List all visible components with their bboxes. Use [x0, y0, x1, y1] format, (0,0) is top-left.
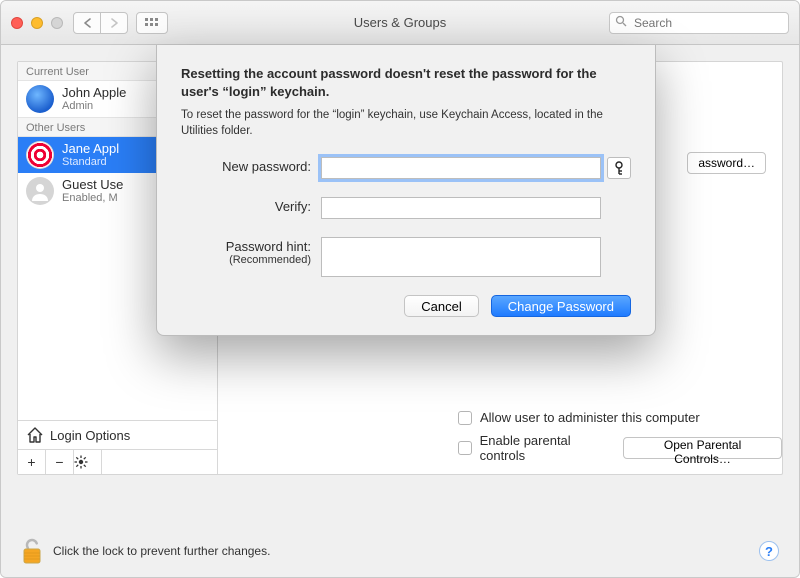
parental-checkbox-label: Enable parental controls [480, 433, 616, 463]
minimize-window-button[interactable] [31, 17, 43, 29]
home-icon [26, 427, 44, 443]
admin-checkbox-label: Allow user to administer this computer [480, 410, 700, 425]
admin-checkbox[interactable] [458, 411, 472, 425]
new-password-row: New password: [181, 157, 631, 179]
login-options-label: Login Options [50, 428, 130, 443]
avatar [26, 85, 54, 113]
verify-label: Verify: [181, 197, 321, 214]
window-controls [11, 17, 63, 29]
show-all-button[interactable] [136, 12, 168, 34]
parental-checkbox-row: Enable parental controls Open Parental C… [458, 433, 782, 463]
user-name: John Apple [62, 86, 126, 100]
forward-button[interactable] [100, 12, 128, 34]
verify-row: Verify: [181, 197, 631, 219]
search-icon [615, 15, 627, 27]
user-name: Guest Use [62, 178, 123, 192]
password-hint-input[interactable] [321, 237, 601, 277]
open-parental-controls-button[interactable]: Open Parental Controls… [623, 437, 782, 459]
add-user-button[interactable]: + [18, 450, 46, 474]
parental-checkbox[interactable] [458, 441, 472, 455]
help-button[interactable]: ? [759, 541, 779, 561]
action-menu-button[interactable] [74, 450, 102, 474]
new-password-label: New password: [181, 157, 321, 174]
hint-label: Password hint: [226, 239, 311, 254]
back-button[interactable] [73, 12, 101, 34]
sheet-heading: Resetting the account password doesn't r… [181, 65, 631, 100]
hint-recommended-label: (Recommended) [181, 254, 311, 266]
avatar [26, 141, 54, 169]
key-icon [613, 161, 625, 175]
verify-password-input[interactable] [321, 197, 601, 219]
avatar [26, 177, 54, 205]
titlebar: Users & Groups [1, 1, 799, 45]
user-role: Admin [62, 100, 126, 112]
sheet-body: To reset the password for the “login” ke… [181, 108, 631, 139]
close-window-button[interactable] [11, 17, 23, 29]
lock-text: Click the lock to prevent further change… [53, 544, 270, 558]
lock-icon[interactable] [21, 537, 43, 565]
change-password-sheet: Resetting the account password doesn't r… [156, 45, 656, 336]
user-role: Standard [62, 156, 119, 168]
password-assistant-button[interactable] [607, 157, 631, 179]
lock-row: Click the lock to prevent further change… [21, 537, 779, 565]
nav-buttons [73, 12, 128, 34]
user-role: Enabled, M [62, 192, 123, 204]
sidebar-footer-buttons: + − [18, 449, 217, 474]
sheet-buttons: Cancel Change Password [181, 295, 631, 317]
login-options-row[interactable]: Login Options [18, 420, 217, 449]
change-password-button[interactable]: Change Password [491, 295, 631, 317]
search-field-wrapper [609, 12, 789, 34]
hint-row: Password hint: (Recommended) [181, 237, 631, 277]
new-password-input[interactable] [321, 157, 601, 179]
cancel-button[interactable]: Cancel [404, 295, 478, 317]
preferences-window: Users & Groups Current User John Apple A… [0, 0, 800, 578]
search-input[interactable] [609, 12, 789, 34]
zoom-window-button [51, 17, 63, 29]
admin-checkbox-row: Allow user to administer this computer [458, 410, 782, 425]
user-name: Jane Appl [62, 142, 119, 156]
remove-user-button[interactable]: − [46, 450, 74, 474]
reset-password-button[interactable]: assword… [687, 152, 766, 174]
